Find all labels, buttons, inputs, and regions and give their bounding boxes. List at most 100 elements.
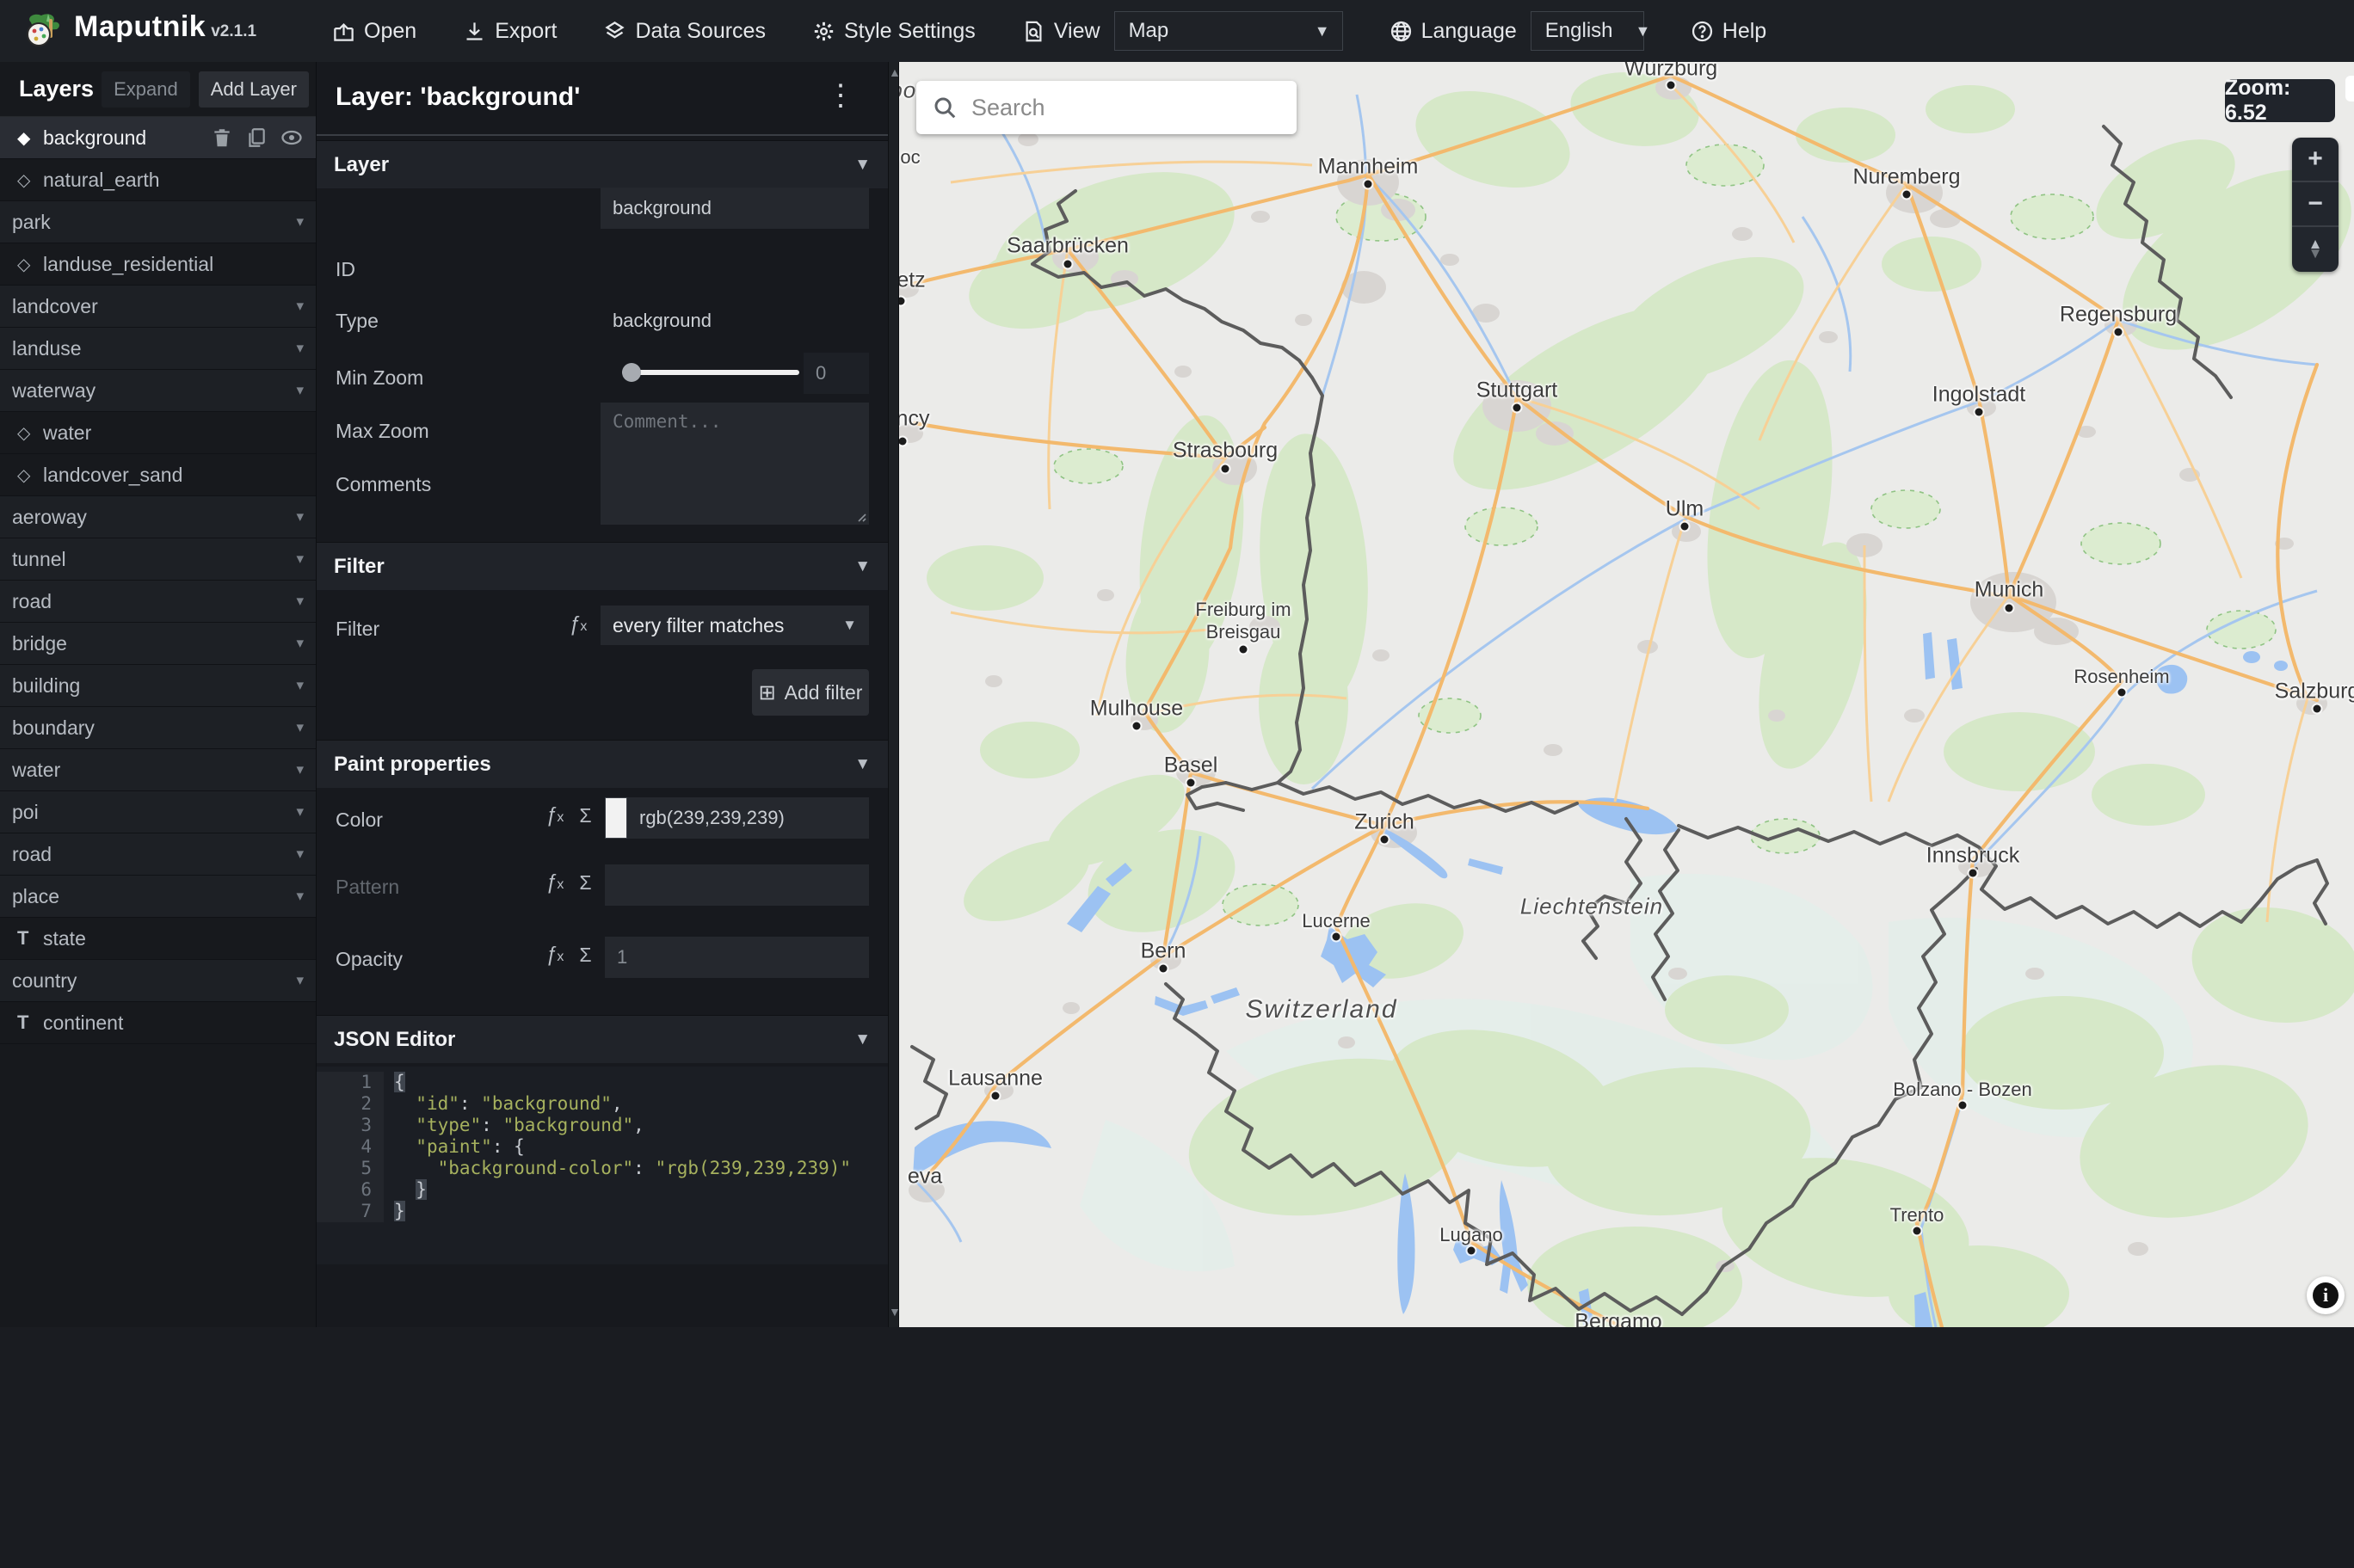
chevron-down-icon[interactable]: ▾ [296, 298, 304, 315]
sidebar-item-bridge[interactable]: bridge ▾ [0, 623, 316, 665]
pattern-fx-sigma[interactable]: ƒx Σ [545, 870, 592, 895]
chevron-down-icon[interactable]: ▾ [296, 888, 304, 905]
chevron-down-icon[interactable]: ▾ [296, 761, 304, 778]
place-dot [1332, 932, 1340, 941]
chevron-down-icon[interactable]: ▾ [296, 719, 304, 736]
sidebar-item-landcover_sand[interactable]: ◇ landcover_sand [0, 454, 316, 496]
opacity-fx-sigma[interactable]: ƒx Σ [545, 943, 592, 967]
section-json[interactable]: JSON Editor ▼ [317, 1015, 888, 1063]
place-dot [1680, 522, 1689, 531]
sidebar-item-continent[interactable]: Tcontinent [0, 1002, 316, 1044]
search-placeholder: Search [971, 94, 1045, 120]
sidebar-item-state[interactable]: Tstate [0, 918, 316, 960]
language-label: Language [1420, 18, 1517, 43]
opacity-input[interactable]: 1 [605, 937, 869, 978]
chevron-down-icon[interactable]: ▾ [296, 635, 304, 652]
sidebar-item-water[interactable]: ◇ water [0, 412, 316, 454]
expand-button[interactable]: Expand [102, 71, 190, 108]
resize-handle[interactable] [854, 510, 866, 522]
top-toolbar: Maputnik v2.1.1 Open Export Data Sources… [0, 0, 2354, 62]
place-dot [1380, 835, 1389, 844]
chevron-down-icon[interactable]: ▾ [296, 677, 304, 694]
color-fx-sigma[interactable]: ƒx Σ [545, 803, 592, 827]
chevron-down-icon[interactable]: ▾ [296, 972, 304, 989]
editor-scrollbar[interactable]: ▲ ▼ [888, 62, 901, 1327]
fx-icon[interactable]: ƒx [569, 612, 587, 636]
trash-icon[interactable] [211, 126, 233, 149]
color-swatch[interactable] [605, 797, 627, 839]
chevron-down-icon[interactable]: ▾ [296, 382, 304, 399]
place-dot [1239, 645, 1248, 654]
chevron-down-icon[interactable]: ▾ [296, 845, 304, 863]
sidebar-item-tunnel[interactable]: tunnel ▾ [0, 538, 316, 581]
add-filter-button[interactable]: ⊞ Add filter [752, 669, 869, 716]
map-search[interactable]: Search [916, 81, 1297, 134]
style-settings-button[interactable]: Style Settings [812, 19, 976, 44]
chevron-down-icon[interactable]: ▾ [296, 803, 304, 821]
sidebar-item-aeroway[interactable]: aeroway ▾ [0, 496, 316, 538]
view-button[interactable]: View [1022, 19, 1100, 44]
comments-textarea[interactable]: Comment... [601, 403, 869, 525]
pattern-input[interactable] [605, 864, 869, 906]
id-input[interactable]: background [601, 188, 869, 229]
chevron-down-icon[interactable]: ▾ [296, 213, 304, 231]
sidebar-item-natural_earth[interactable]: ◇ natural_earth [0, 159, 316, 201]
sidebar-item-building[interactable]: building ▾ [0, 665, 316, 707]
section-layer[interactable]: Layer ▼ [317, 140, 888, 188]
data-sources-button[interactable]: Data Sources [603, 19, 766, 44]
layer-shape-icon: ◇ [17, 465, 31, 485]
section-filter[interactable]: Filter ▼ [317, 542, 888, 590]
export-icon [466, 22, 483, 40]
pitch-toggle-icon: ▲ ▼ [2308, 236, 2323, 261]
section-json-title: JSON Editor [334, 1027, 456, 1051]
help-button[interactable]: Help [1691, 19, 1766, 44]
language-button[interactable]: Language [1390, 19, 1517, 44]
sidebar-item-boundary[interactable]: boundary ▾ [0, 707, 316, 749]
color-input[interactable]: rgb(239,239,239) [627, 797, 869, 839]
chevron-down-icon[interactable]: ▾ [296, 593, 304, 610]
min-zoom-slider[interactable] [622, 363, 799, 382]
sidebar-item-landcover[interactable]: landcover ▾ [0, 286, 316, 328]
sidebar-item-road[interactable]: road ▾ [0, 833, 316, 876]
sidebar-item-landuse[interactable]: landuse ▾ [0, 328, 316, 370]
zoom-in-button[interactable]: + [2292, 138, 2339, 182]
json-code[interactable]: { "id": "background", "type": "backgroun… [394, 1072, 888, 1222]
sidebar-item-poi[interactable]: poi ▾ [0, 791, 316, 833]
filter-combiner-select[interactable]: every filter matches ▼ [601, 606, 869, 645]
copy-icon[interactable] [245, 126, 268, 149]
add-layer-button[interactable]: Add Layer [198, 71, 309, 108]
sidebar-item-country[interactable]: country ▾ [0, 960, 316, 1002]
sidebar-item-background[interactable]: ◆ background [0, 117, 316, 159]
zoom-out-button[interactable]: − [2292, 182, 2339, 227]
view-select[interactable]: Map ▼ [1113, 11, 1343, 51]
sidebar-item-park[interactable]: park ▾ [0, 201, 316, 243]
section-paint[interactable]: Paint properties ▼ [317, 740, 888, 788]
map-canvas[interactable]: Würzburg Mannheim Nuremberg Saarbrücken etz R… [899, 62, 2354, 1327]
scroll-up-icon[interactable]: ▲ [889, 65, 901, 79]
info-icon: i [2313, 1282, 2339, 1308]
layer-list: ◆ background ◇ natural_earth park ▾ ◇ landuse_r… [0, 117, 316, 1044]
chevron-down-icon[interactable]: ▾ [296, 508, 304, 526]
export-button[interactable]: Export [463, 19, 557, 44]
sidebar-item-road[interactable]: road ▾ [0, 581, 316, 623]
sidebar-item-waterway[interactable]: waterway ▾ [0, 370, 316, 412]
chevron-down-icon[interactable]: ▾ [296, 550, 304, 568]
open-button[interactable]: Open [332, 19, 416, 44]
scroll-down-icon[interactable]: ▼ [889, 1305, 901, 1319]
view-icon [1026, 21, 1042, 41]
sidebar-item-water[interactable]: water ▾ [0, 749, 316, 791]
place-dot [899, 437, 907, 446]
layer-label: waterway [12, 378, 96, 402]
pattern-label: Pattern [336, 876, 400, 898]
chevron-down-icon[interactable]: ▾ [296, 340, 304, 357]
place-dot [1186, 778, 1195, 787]
kebab-menu-icon[interactable]: ⋮ [826, 81, 855, 110]
json-editor[interactable]: 1234567 { "id": "background", "type": "b… [317, 1067, 888, 1264]
sidebar-item-place[interactable]: place ▾ [0, 876, 316, 918]
pitch-toggle-button[interactable]: ▲ ▼ [2292, 227, 2339, 272]
min-zoom-value[interactable]: 0 [804, 353, 869, 394]
language-select[interactable]: English ▼ [1530, 11, 1650, 51]
sidebar-item-landuse_residential[interactable]: ◇ landuse_residential [0, 243, 316, 286]
visibility-icon[interactable] [280, 126, 304, 150]
attribution-info-button[interactable]: i [2307, 1276, 2345, 1314]
